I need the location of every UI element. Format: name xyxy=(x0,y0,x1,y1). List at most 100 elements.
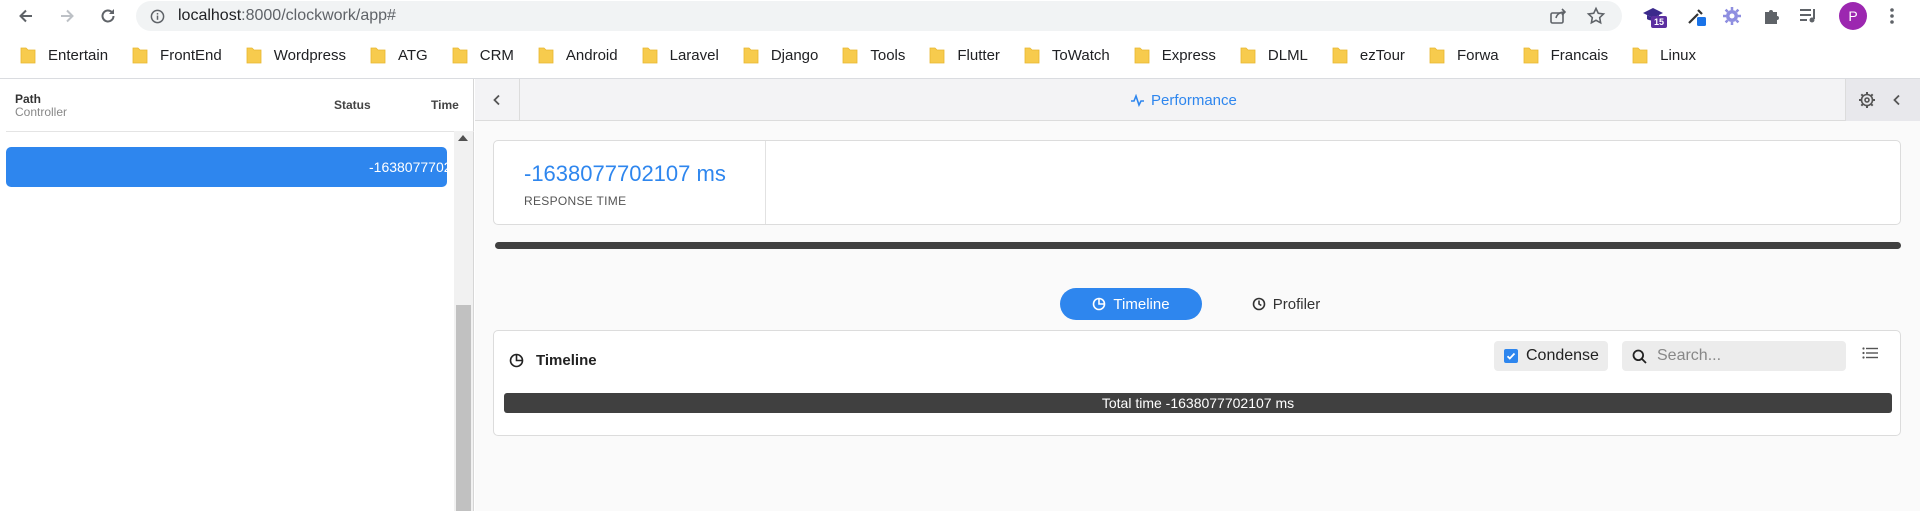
share-icon[interactable] xyxy=(1548,6,1568,31)
scroll-thumb[interactable] xyxy=(456,305,471,511)
folder-icon xyxy=(1632,46,1648,64)
back-arrow-icon[interactable] xyxy=(14,4,38,28)
header-path: Path xyxy=(15,92,42,106)
bookmark-folder[interactable]: Flutter xyxy=(929,40,1000,70)
list-options-icon[interactable] xyxy=(1862,346,1878,364)
bookmark-folder[interactable]: Forwa xyxy=(1429,40,1499,70)
forward-arrow-icon[interactable] xyxy=(55,4,79,28)
folder-icon xyxy=(538,46,554,64)
bookmark-label: Laravel xyxy=(669,46,719,64)
bookmark-label: ToWatch xyxy=(1051,46,1110,64)
address-bar[interactable]: localhost:8000/clockwork/app# xyxy=(136,1,1622,31)
collapse-sidebar-button[interactable] xyxy=(475,79,520,121)
bookmark-label: ATG xyxy=(398,46,428,64)
profile-avatar[interactable]: P xyxy=(1839,2,1867,30)
condense-checkbox[interactable] xyxy=(1504,349,1518,363)
header-controller: Controller xyxy=(15,105,68,119)
bookmark-folder[interactable]: Entertain xyxy=(20,40,108,70)
bookmark-label: Tools xyxy=(870,46,906,64)
media-queue-icon[interactable] xyxy=(1796,4,1820,28)
details-topbar: Performance xyxy=(475,79,1920,121)
bookmark-folder[interactable]: FrontEnd xyxy=(132,40,222,70)
extension-badge: 15 xyxy=(1651,16,1668,28)
folder-icon xyxy=(1024,46,1040,64)
bookmark-label: Wordpress xyxy=(273,46,346,64)
bookmark-folder[interactable]: ToWatch xyxy=(1024,40,1110,70)
tab-performance[interactable]: Performance xyxy=(1130,92,1237,109)
condense-toggle[interactable]: Condense xyxy=(1494,341,1608,371)
response-time-card: -1638077702107 ms RESPONSE TIME xyxy=(493,140,1901,225)
bookmark-folder[interactable]: CRM xyxy=(452,40,514,70)
bookmark-folder[interactable]: Francais xyxy=(1523,40,1609,70)
tab-profiler[interactable]: Profiler xyxy=(1215,288,1357,320)
reload-icon[interactable] xyxy=(96,4,120,28)
bookmark-label: Flutter xyxy=(957,46,1000,64)
folder-icon xyxy=(1523,46,1539,64)
gear-extension-icon[interactable] xyxy=(1720,4,1744,28)
url-text: localhost:8000/clockwork/app# xyxy=(178,7,396,25)
header-status: Status xyxy=(334,98,371,112)
folder-icon xyxy=(132,46,148,64)
folder-icon xyxy=(1240,46,1256,64)
bookmark-folder[interactable]: DLML xyxy=(1240,40,1308,70)
pie-chart-icon xyxy=(1093,297,1106,311)
request-details-panel: Performance -1638077702107 ms RESPONSE T… xyxy=(475,79,1920,511)
folder-icon xyxy=(1429,46,1445,64)
puzzle-extensions-icon[interactable] xyxy=(1759,4,1783,28)
response-time-value: -1638077702107 ms xyxy=(524,161,726,186)
bookmark-label: CRM xyxy=(479,46,514,64)
bookmark-star-icon[interactable] xyxy=(1586,6,1606,31)
search-icon xyxy=(1632,349,1647,364)
bookmark-label: Linux xyxy=(1660,46,1697,64)
bookmark-label: Entertain xyxy=(48,46,109,64)
timeline-card: Timeline Condense Total time -1638077702… xyxy=(493,330,1901,436)
activity-icon xyxy=(1131,94,1144,107)
bookmark-folder[interactable]: ATG xyxy=(370,40,428,70)
response-time-label: RESPONSE TIME xyxy=(524,194,627,208)
folder-icon xyxy=(370,46,386,64)
chevron-left-icon xyxy=(1893,94,1900,106)
clock-icon xyxy=(1252,297,1266,311)
tab-performance-label: Performance xyxy=(1151,92,1237,109)
timeline-title-label: Timeline xyxy=(536,352,597,369)
site-info-icon[interactable] xyxy=(150,9,165,29)
bookmark-folder[interactable]: Express xyxy=(1134,40,1216,70)
bookmark-folder[interactable]: Wordpress xyxy=(246,40,346,70)
folder-icon xyxy=(743,46,759,64)
folder-icon xyxy=(642,46,658,64)
bookmark-folder[interactable]: Django xyxy=(743,40,819,70)
timeline-title: Timeline xyxy=(509,352,597,369)
bookmark-label: Django xyxy=(770,46,819,64)
graduation-cap-extension-icon[interactable]: 15 xyxy=(1641,4,1668,28)
total-time-bar: Total time -1638077702107 ms xyxy=(504,393,1892,413)
kebab-menu-icon[interactable] xyxy=(1880,4,1904,28)
condense-label: Condense xyxy=(1526,347,1599,364)
folder-icon xyxy=(1134,46,1150,64)
tab-timeline[interactable]: Timeline xyxy=(1060,288,1202,320)
bookmark-label: Francais xyxy=(1550,46,1609,64)
bookmark-label: FrontEnd xyxy=(160,46,222,64)
scrollbar[interactable] xyxy=(454,131,473,511)
request-row-selected[interactable]: -1638077702107 ms xyxy=(6,147,447,187)
tab-timeline-label: Timeline xyxy=(1113,295,1170,313)
folder-icon xyxy=(246,46,262,64)
header-time: Time xyxy=(431,98,459,112)
bookmark-label: DLML xyxy=(1267,46,1308,64)
card-divider xyxy=(765,141,766,224)
bookmark-folder[interactable]: ezTour xyxy=(1332,40,1405,70)
bookmark-label: Express xyxy=(1161,46,1216,64)
eyedropper-extension-icon[interactable] xyxy=(1684,4,1708,28)
bookmark-folder[interactable]: Android xyxy=(538,40,618,70)
timeline-search[interactable] xyxy=(1622,341,1846,371)
scroll-up-arrow-icon[interactable] xyxy=(458,135,468,141)
browser-toolbar: localhost:8000/clockwork/app# 15 P xyxy=(0,0,1920,32)
bookmark-folder[interactable]: Laravel xyxy=(642,40,719,70)
bookmark-folder[interactable]: Linux xyxy=(1632,40,1696,70)
settings-toggle[interactable] xyxy=(1845,79,1920,121)
folder-icon xyxy=(1332,46,1348,64)
url-path: :8000/clockwork/app# xyxy=(241,7,396,24)
search-input[interactable] xyxy=(1657,347,1837,365)
bookmark-folder[interactable]: Tools xyxy=(842,40,905,70)
request-time: -1638077702107 ms xyxy=(369,159,447,175)
folder-icon xyxy=(842,46,858,64)
